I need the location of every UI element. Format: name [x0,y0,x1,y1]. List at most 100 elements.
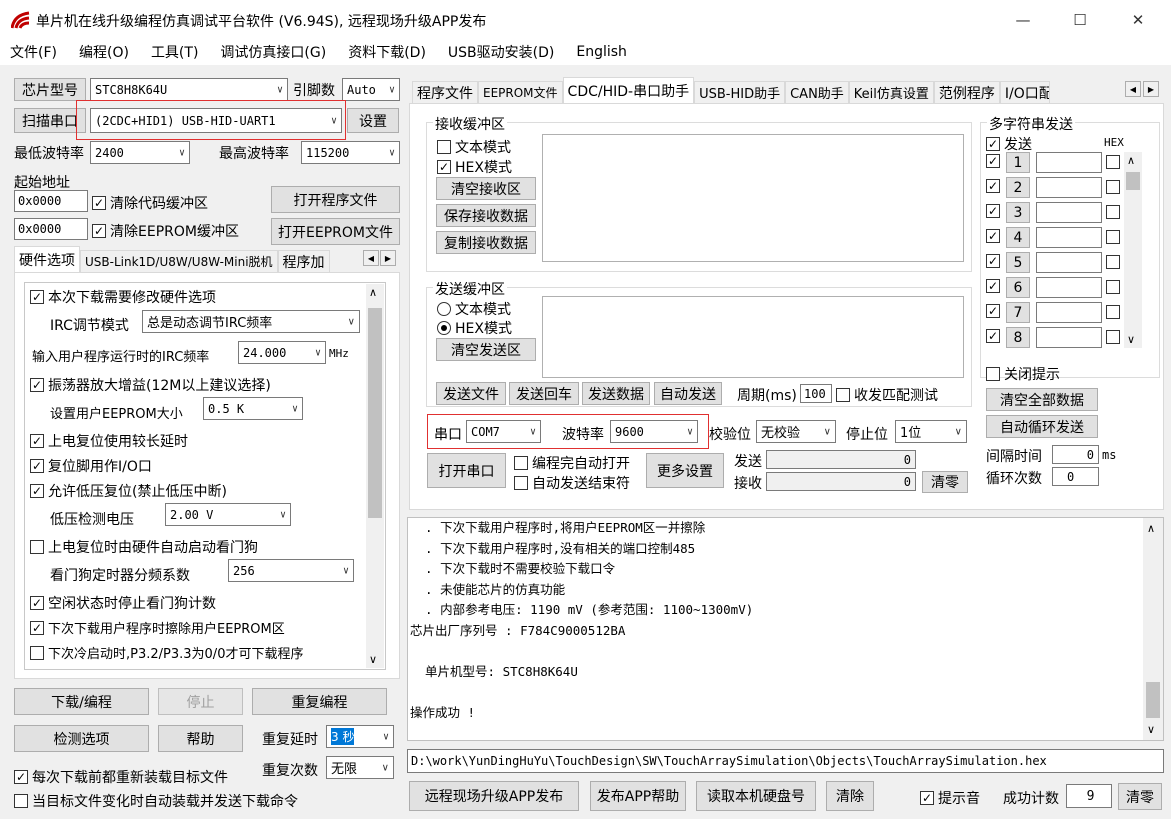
checkbox-checked-icon[interactable]: ✓ [920,791,934,805]
clear-log-button[interactable]: 清除 [826,781,874,811]
multi-row-send-button[interactable]: 3 [1006,202,1030,223]
opt-lvr[interactable]: ✓ 允许低压复位(禁止低压中断) [30,481,227,501]
reprogram-button[interactable]: 重复编程 [252,688,387,715]
multi-row-hex-checkbox[interactable] [1106,280,1120,294]
checkbox-checked-icon[interactable]: ✓ [30,459,44,473]
maximize-button[interactable]: ☐ [1057,0,1103,39]
multi-row-hex-checkbox[interactable] [1106,305,1120,319]
port-select[interactable]: (2CDC+HID1) USB-HID-UART1 ∨ [90,108,342,133]
menu-file[interactable]: 文件(F) [10,42,57,62]
send-textarea[interactable] [542,296,964,378]
log-output[interactable]: . 下次下载用户程序时,将用户EEPROM区一并擦除 . 下次下载用户程序时,没… [407,517,1164,741]
multi-row-send-checkbox[interactable]: ✓ [986,304,1000,318]
radio-selected-icon[interactable] [437,321,451,335]
multi-send-header[interactable]: ✓ 发送 [986,134,1032,154]
chip-model-select[interactable]: STC8H8K64U ∨ [90,78,288,101]
tab-scroll-left-icon[interactable]: ◀ [1125,81,1141,97]
checkbox-checked-icon[interactable]: ✓ [30,434,44,448]
multi-row-send-checkbox[interactable]: ✓ [986,254,1000,268]
multi-row-text-input[interactable] [1036,227,1102,248]
auto-send-end-option[interactable]: 自动发送结束符 [514,473,630,493]
multi-row-send-checkbox[interactable]: ✓ [986,229,1000,243]
multi-row-hex-checkbox[interactable] [1106,155,1120,169]
checkbox-checked-icon[interactable]: ✓ [30,378,44,392]
opt-modify-hw[interactable]: ✓ 本次下载需要修改硬件选项 [30,287,216,307]
checkbox-checked-icon[interactable]: ✓ [30,620,44,635]
tab-usb-hid[interactable]: USB-HID助手 [694,81,786,103]
scroll-down-icon[interactable]: ∨ [1147,723,1155,736]
tab-eeprom-file[interactable]: EEPROM文件 [478,81,563,103]
multi-row-send-button[interactable]: 5 [1006,252,1030,273]
com-port-select[interactable]: COM7 ∨ [466,420,541,443]
checkbox-checked-icon[interactable]: ✓ [437,160,451,174]
multi-row-text-input[interactable] [1036,152,1102,173]
clear-code-option[interactable]: ✓ 清除代码缓冲区 [92,193,208,213]
clear-eeprom-option[interactable]: ✓ 清除EEPROM缓冲区 [92,221,239,241]
checkbox-checked-icon[interactable]: ✓ [986,137,1000,151]
beep-option[interactable]: ✓ 提示音 [920,788,980,808]
checkbox-unchecked-icon[interactable] [514,456,528,470]
multi-row-text-input[interactable] [1036,252,1102,273]
multi-row-send-checkbox[interactable]: ✓ [986,179,1000,193]
tab-io-config[interactable]: I/O口配置 [999,81,1050,103]
receive-textarea[interactable] [542,134,964,262]
multi-row-send-button[interactable]: 1 [1006,152,1030,173]
menu-usb-driver[interactable]: USB驱动安装(D) [448,42,554,62]
checkbox-checked-icon[interactable]: ✓ [30,484,44,498]
multi-row-hex-checkbox[interactable] [1106,230,1120,244]
multi-row-text-input[interactable] [1036,302,1102,323]
auto-loop-button[interactable]: 自动循环发送 [986,415,1098,438]
tab-serial-assistant[interactable]: CDC/HID-串口助手 [562,77,695,103]
multi-scrollbar[interactable]: ∧ ∨ [1124,152,1142,348]
scroll-thumb[interactable] [368,308,382,518]
scroll-thumb[interactable] [1126,172,1140,190]
read-disk-button[interactable]: 读取本机硬盘号 [696,781,816,811]
match-test-option[interactable]: 收发匹配测试 [836,385,938,405]
repeat-count-select[interactable]: 无限 ∨ [326,756,394,779]
multi-row-send-checkbox[interactable]: ✓ [986,204,1000,218]
checkbox-checked-icon[interactable]: ✓ [30,290,44,304]
settings-button[interactable]: 设置 [347,108,399,133]
tab-usb-link[interactable]: USB-Link1D/U8W/U8W-Mini脱机 [80,250,278,272]
multi-row-send-button[interactable]: 7 [1006,302,1030,323]
checkbox-unchecked-icon[interactable] [514,476,528,490]
multi-row-text-input[interactable] [1036,327,1102,348]
send-text-mode[interactable]: 文本模式 [437,299,511,319]
checkbox-unchecked-icon[interactable] [30,645,44,660]
multi-row-send-button[interactable]: 4 [1006,227,1030,248]
multi-row-send-checkbox[interactable]: ✓ [986,329,1000,343]
code-address-input[interactable]: 0x0000 [14,190,88,212]
multi-row-send-checkbox[interactable]: ✓ [986,154,1000,168]
open-eeprom-button[interactable]: 打开EEPROM文件 [271,218,400,245]
scroll-up-icon[interactable]: ∧ [1147,522,1155,535]
tab-hardware-options[interactable]: 硬件选项 [14,246,80,272]
close-button[interactable]: ✕ [1115,0,1161,39]
help-button[interactable]: 帮助 [158,725,243,752]
options-scrollbar[interactable]: ∧ ∨ [366,284,384,668]
baud-rate-select[interactable]: 9600 ∨ [610,420,698,443]
recv-text-mode[interactable]: 文本模式 [437,137,511,157]
checkbox-checked-icon[interactable]: ✓ [92,196,106,210]
clear-counts-button[interactable]: 清零 [922,471,968,493]
menu-english[interactable]: English [576,44,627,60]
tab-scroll-left-icon[interactable]: ◀ [363,250,379,266]
eeprom-size-select[interactable]: 0.5 K ∨ [203,397,303,420]
scroll-thumb[interactable] [1146,682,1160,718]
send-hex-mode[interactable]: HEX模式 [437,318,512,338]
clear-receive-button[interactable]: 清空接收区 [436,177,536,200]
multi-row-text-input[interactable] [1036,202,1102,223]
opt-wdt-idle[interactable]: ✓ 空闲状态时停止看门狗计数 [30,593,216,613]
scroll-up-icon[interactable]: ∧ [1127,154,1135,167]
lvd-select[interactable]: 2.00 V ∨ [165,503,291,526]
repeat-delay-select[interactable]: 3 秒 ∨ [326,725,394,748]
max-baud-select[interactable]: 115200 ∨ [301,141,400,164]
opt-erase-eeprom[interactable]: ✓ 下次下载用户程序时擦除用户EEPROM区 [30,618,285,637]
irc-mode-select[interactable]: 总是动态调节IRC频率 ∨ [142,310,360,333]
checkbox-unchecked-icon[interactable] [986,367,1000,381]
scroll-down-icon[interactable]: ∨ [369,653,377,666]
close-tip-option[interactable]: 关闭提示 [986,364,1060,384]
checkbox-checked-icon[interactable]: ✓ [30,596,44,610]
multi-row-send-checkbox[interactable]: ✓ [986,279,1000,293]
checkbox-checked-icon[interactable]: ✓ [92,224,106,238]
menu-program[interactable]: 编程(O) [79,42,129,62]
